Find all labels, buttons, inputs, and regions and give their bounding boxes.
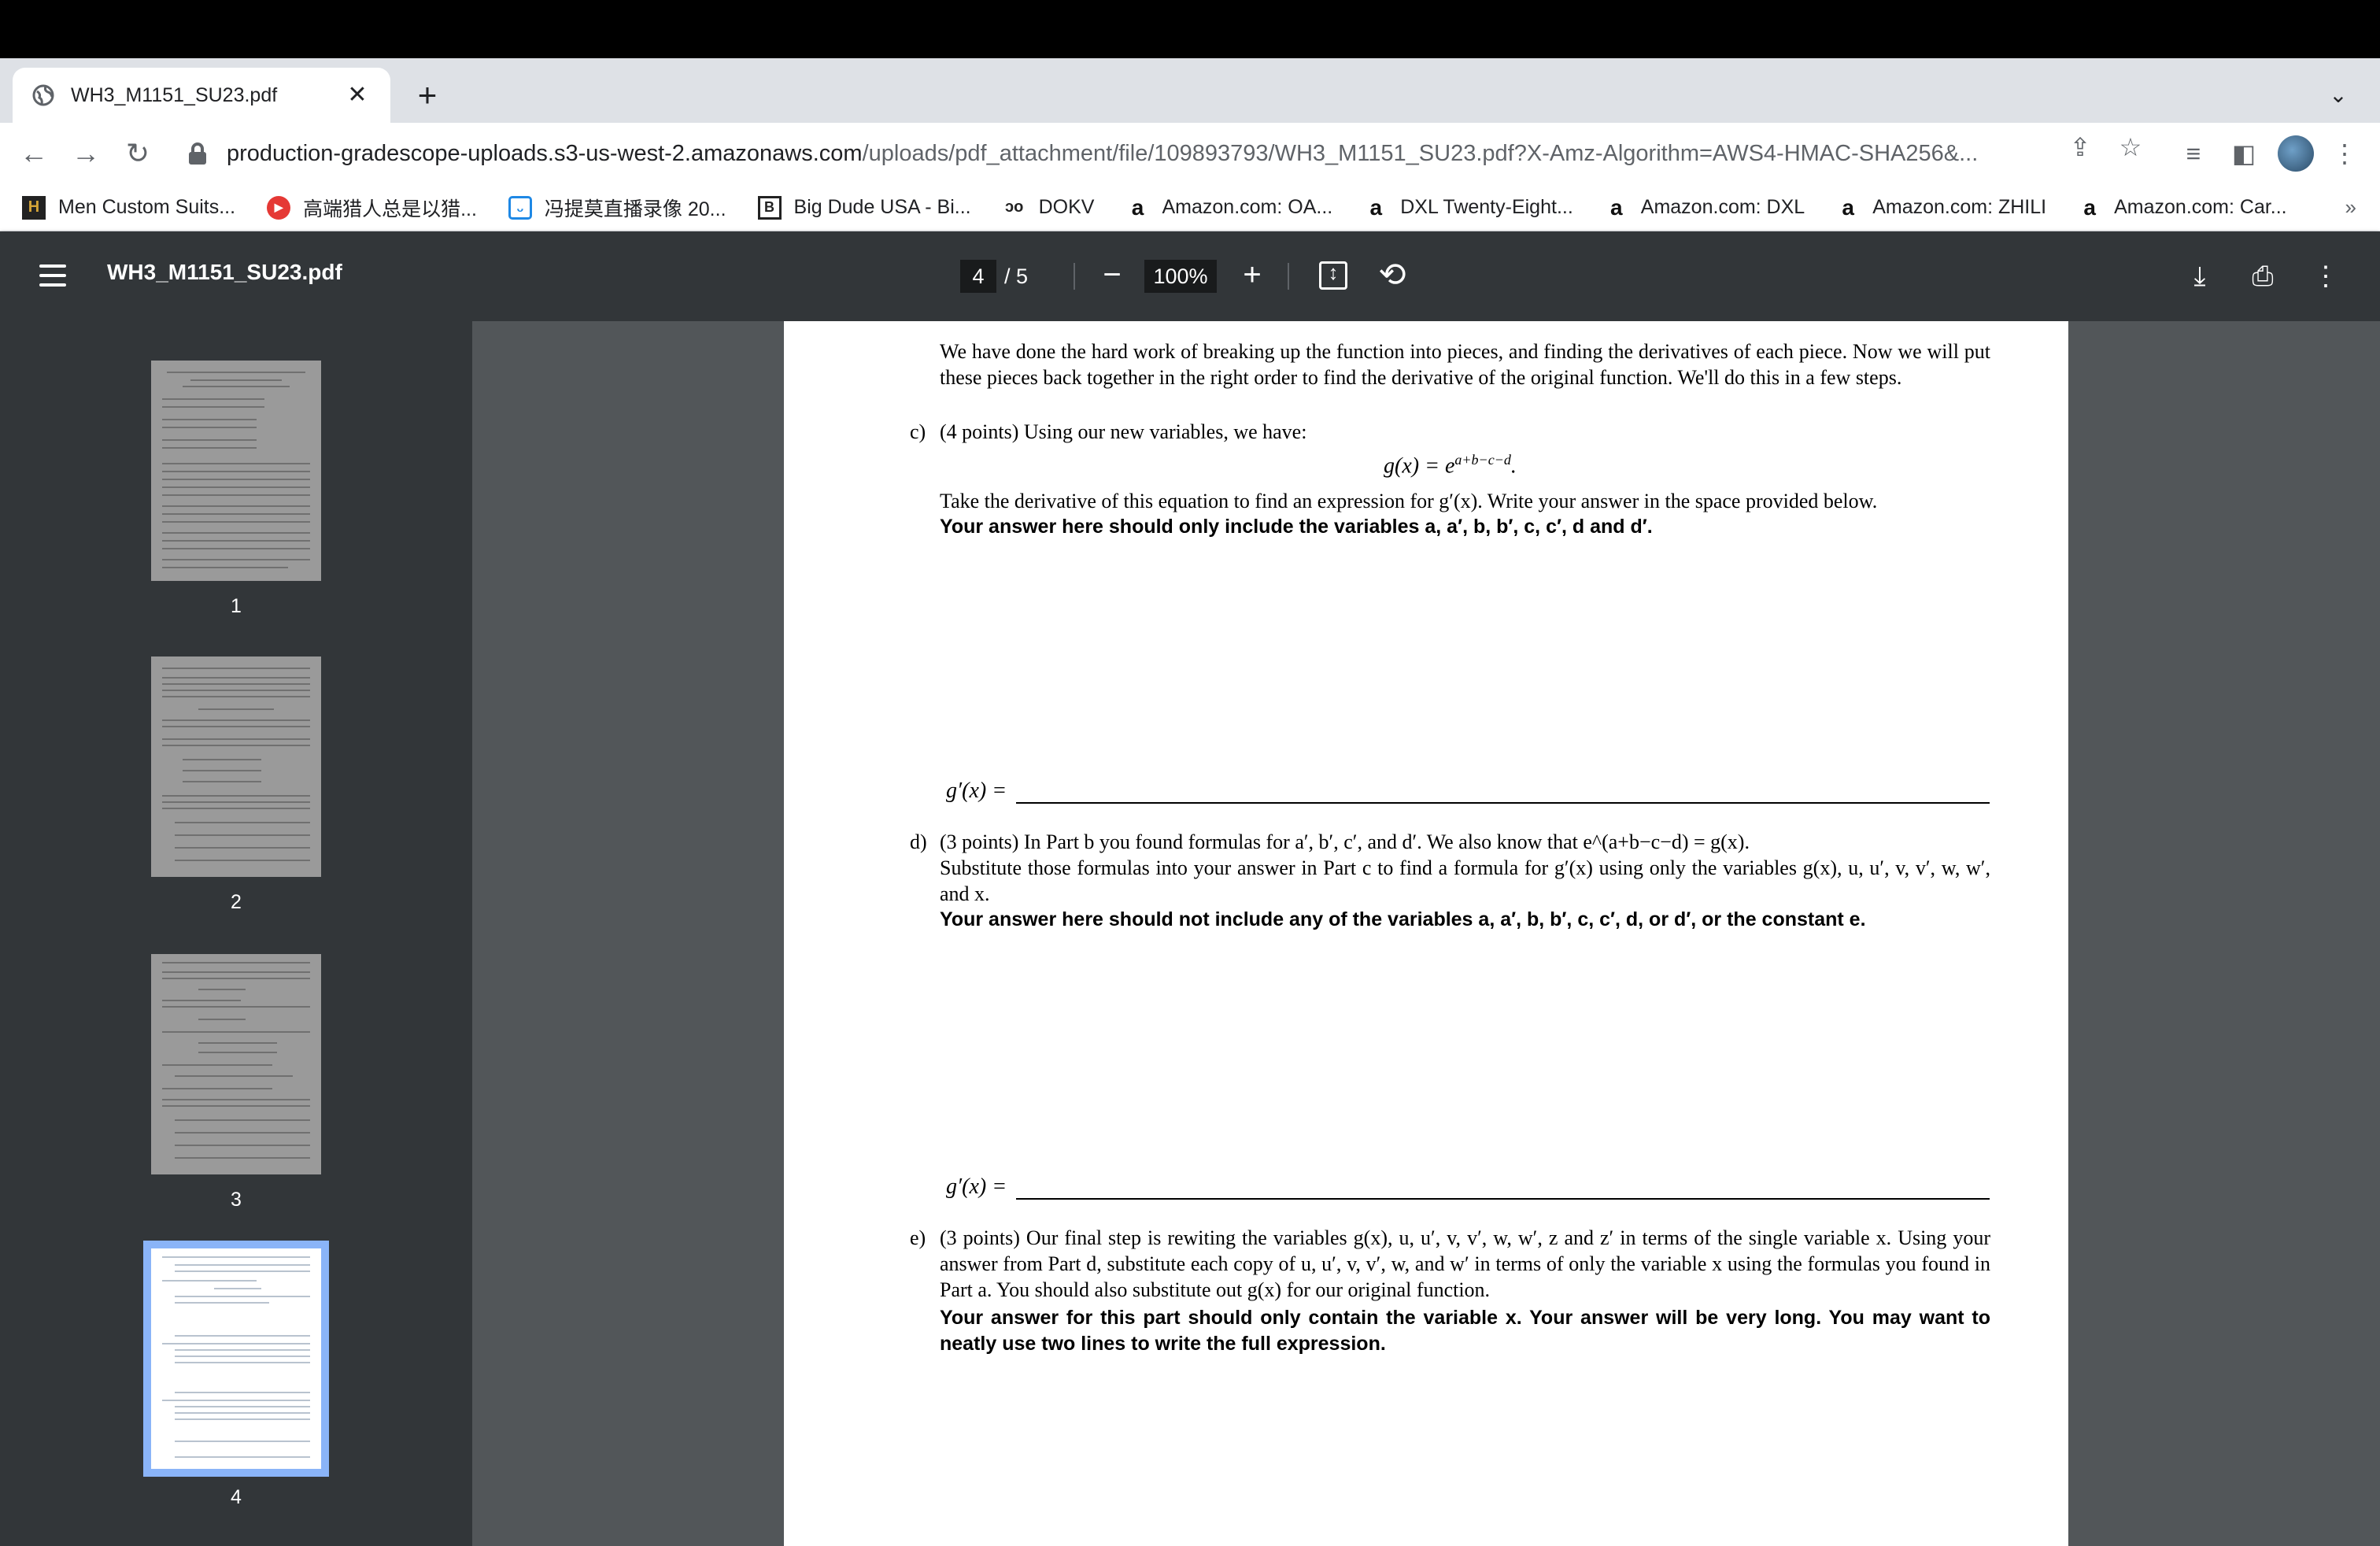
- bookmark-item[interactable]: H Men Custom Suits...: [22, 195, 235, 220]
- back-icon[interactable]: ←: [14, 134, 54, 173]
- bookmarks-bar: H Men Custom Suits... ▶ 高端猎人总是以猎... ᴗ 冯提…: [0, 184, 2380, 231]
- page-total: / 5: [1004, 264, 1029, 288]
- toolbar-divider: [1074, 263, 1075, 290]
- download-icon[interactable]: ⤓: [2180, 257, 2219, 296]
- reload-icon[interactable]: ↻: [118, 134, 157, 173]
- tab-active[interactable]: WH3_M1151_SU23.pdf ✕: [13, 68, 390, 123]
- answer-rule: [1016, 1181, 1990, 1200]
- question-e-bold-note: Your answer for this part should only co…: [940, 1307, 1990, 1355]
- question-d-instructions: Substitute those formulas into your answ…: [940, 856, 1990, 905]
- answer-rule: [1016, 785, 1990, 804]
- pdf-toolbar: WH3_M1151_SU23.pdf 4 / 5 − 100% + ⟲ ⤓ ⎙ …: [0, 231, 2380, 321]
- b-icon: B: [757, 195, 782, 220]
- bookmark-item[interactable]: a Amazon.com: OA...: [1125, 194, 1333, 220]
- bookmark-star-icon[interactable]: ☆: [2112, 129, 2149, 165]
- question-e-label: e): [910, 1226, 926, 1249]
- bookmark-item[interactable]: a Amazon.com: DXL: [1605, 194, 1805, 220]
- browser-toolbar: ← → ↻ production-gradescope-uploads.s3-u…: [0, 123, 2380, 184]
- page-thumbnail-2[interactable]: [151, 656, 321, 877]
- bookmark-item[interactable]: ᴗ 冯提莫直播录像 20...: [508, 194, 726, 222]
- page-thumbnail-3[interactable]: [151, 954, 321, 1174]
- globe-icon: [32, 84, 54, 106]
- tab-title: WH3_M1151_SU23.pdf: [71, 83, 278, 106]
- answer-label: g′(x) =: [946, 1174, 1007, 1199]
- tab-strip: WH3_M1151_SU23.pdf ✕ + ⌄: [0, 58, 2380, 123]
- fit-page-icon[interactable]: [1319, 261, 1347, 290]
- profile-avatar[interactable]: [2278, 135, 2314, 172]
- question-c-instructions: Take the derivative of this equation to …: [940, 490, 1878, 512]
- new-tab-button[interactable]: +: [409, 77, 445, 113]
- answer-line-c: g′(x) =: [946, 778, 1990, 804]
- more-options-icon[interactable]: ⋮: [2306, 257, 2345, 296]
- answer-label: g′(x) =: [946, 779, 1007, 803]
- zoom-out-button[interactable]: −: [1094, 257, 1130, 293]
- address-bar[interactable]: production-gradescope-uploads.s3-us-west…: [167, 129, 2142, 178]
- tv-icon: ᴗ: [508, 195, 532, 220]
- h-icon: H: [22, 195, 46, 220]
- amazon-icon: a: [1842, 194, 1854, 220]
- bookmark-item[interactable]: a Amazon.com: Car...: [2078, 194, 2286, 220]
- dokv-icon: ↄo: [1004, 198, 1024, 216]
- zoom-level-input[interactable]: 100%: [1144, 260, 1217, 293]
- page-thumbnail-4[interactable]: [143, 1241, 329, 1477]
- amazon-icon: a: [2083, 194, 2096, 220]
- thumbnail-label: 1: [231, 595, 242, 617]
- zoom-in-button[interactable]: +: [1234, 257, 1270, 293]
- pdf-page-4: We have done the hard work of breaking u…: [784, 321, 2068, 1546]
- print-icon[interactable]: ⎙: [2243, 257, 2282, 296]
- thumbnail-label: 3: [231, 1189, 242, 1211]
- tab-search-icon[interactable]: ⌄: [2320, 77, 2356, 113]
- bookmark-item[interactable]: B Big Dude USA - Bi...: [757, 195, 971, 220]
- thumbnail-label: 2: [231, 891, 242, 913]
- tab-close-icon[interactable]: ✕: [343, 81, 371, 109]
- question-d-bold-note: Your answer here should not include any …: [940, 908, 1866, 930]
- bookmark-item[interactable]: ↄo DOKV: [1003, 196, 1095, 220]
- thumbnail-label: 4: [231, 1486, 242, 1508]
- answer-line-d: g′(x) =: [946, 1174, 1990, 1200]
- question-c-bold-note: Your answer here should only include the…: [940, 516, 1653, 538]
- question-c-label: c): [910, 420, 926, 443]
- browser-menu-icon[interactable]: ⋮: [2325, 134, 2364, 173]
- menu-bar-area: [0, 0, 2380, 58]
- bookmark-item[interactable]: a Amazon.com: ZHILI: [1836, 194, 2046, 220]
- equation-g: g(x) = ea+b−c−d.: [1384, 452, 1517, 479]
- question-d-text: (3 points) In Part b you found formulas …: [940, 830, 1750, 853]
- thumbnail-sidebar: 1 2 3 4: [0, 321, 472, 1546]
- amazon-icon: a: [1609, 194, 1623, 220]
- side-panel-icon[interactable]: ◧: [2224, 134, 2264, 173]
- question-d-label: d): [910, 830, 927, 853]
- share-icon[interactable]: ⇪: [2062, 129, 2098, 165]
- amazon-icon: a: [1369, 194, 1383, 220]
- bookmark-item[interactable]: a DXL Twenty-Eight...: [1364, 194, 1572, 220]
- question-e-text: (3 points) Our final step is rewiting th…: [940, 1226, 1990, 1301]
- red-play-icon: ▶: [267, 195, 291, 220]
- page-number-input[interactable]: 4: [960, 260, 996, 293]
- rotate-icon[interactable]: ⟲: [1373, 255, 1412, 294]
- menu-icon[interactable]: [39, 264, 66, 287]
- forward-icon[interactable]: →: [66, 134, 105, 173]
- question-c-text: (4 points) Using our new variables, we h…: [940, 420, 1307, 443]
- url-text[interactable]: production-gradescope-uploads.s3-us-west…: [227, 141, 1978, 167]
- pdf-title: WH3_M1151_SU23.pdf: [107, 260, 342, 284]
- reading-list-icon[interactable]: ≡: [2174, 134, 2213, 173]
- pdf-content-area[interactable]: We have done the hard work of breaking u…: [472, 321, 2380, 1546]
- page-thumbnail-1[interactable]: [151, 361, 321, 581]
- intro-paragraph: We have done the hard work of breaking u…: [940, 340, 1990, 389]
- amazon-icon: a: [1131, 194, 1144, 220]
- lock-icon[interactable]: [189, 142, 206, 165]
- bookmark-item[interactable]: ▶ 高端猎人总是以猎...: [267, 194, 477, 222]
- toolbar-divider: [1288, 263, 1289, 290]
- bookmarks-overflow-button[interactable]: »: [2345, 195, 2356, 220]
